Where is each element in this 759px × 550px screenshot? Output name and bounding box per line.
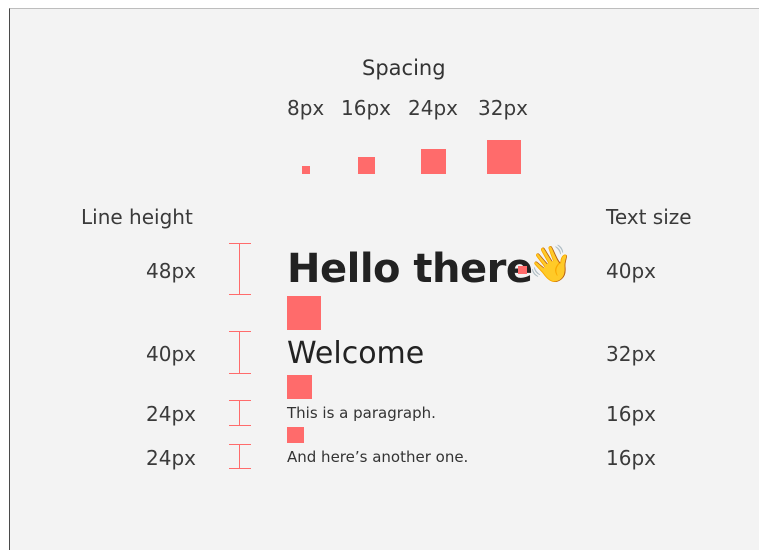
spacing-marker	[287, 375, 312, 399]
spacing-marker	[287, 296, 321, 330]
line-height-measure	[229, 444, 251, 469]
spacing-swatch-8	[302, 166, 310, 174]
text-size-value: 40px	[606, 259, 656, 283]
line-height-header: Line height	[81, 205, 193, 229]
line-height-value: 24px	[146, 402, 196, 426]
sample-heading-1: Hello there	[287, 246, 533, 292]
line-height-measure	[229, 243, 251, 295]
line-height-value: 24px	[146, 446, 196, 470]
spacing-swatch-24	[421, 149, 446, 174]
sample-heading-2: Welcome	[287, 336, 425, 371]
spacing-size-8: 8px	[287, 96, 325, 120]
line-height-measure	[229, 331, 251, 374]
line-height-value: 48px	[146, 259, 196, 283]
text-size-header: Text size	[606, 205, 692, 229]
text-size-value: 32px	[606, 342, 656, 366]
sample-paragraph: This is a paragraph.	[287, 404, 436, 422]
line-height-value: 40px	[146, 342, 196, 366]
spacing-marker	[518, 266, 527, 274]
waving-hand-icon: 👋	[528, 244, 573, 285]
spacing-size-24: 24px	[408, 96, 458, 120]
spacing-marker	[287, 427, 304, 443]
text-size-value: 16px	[606, 446, 656, 470]
canvas: Spacing 8px 16px 24px 32px Line height T…	[9, 8, 759, 550]
spacing-swatch-32	[487, 140, 521, 174]
spacing-size-16: 16px	[341, 96, 391, 120]
line-height-measure	[229, 400, 251, 426]
sample-paragraph: And here’s another one.	[287, 448, 469, 466]
spacing-size-32: 32px	[478, 96, 528, 120]
spacing-swatch-16	[358, 157, 375, 174]
text-size-value: 16px	[606, 402, 656, 426]
spacing-title: Spacing	[362, 56, 446, 80]
